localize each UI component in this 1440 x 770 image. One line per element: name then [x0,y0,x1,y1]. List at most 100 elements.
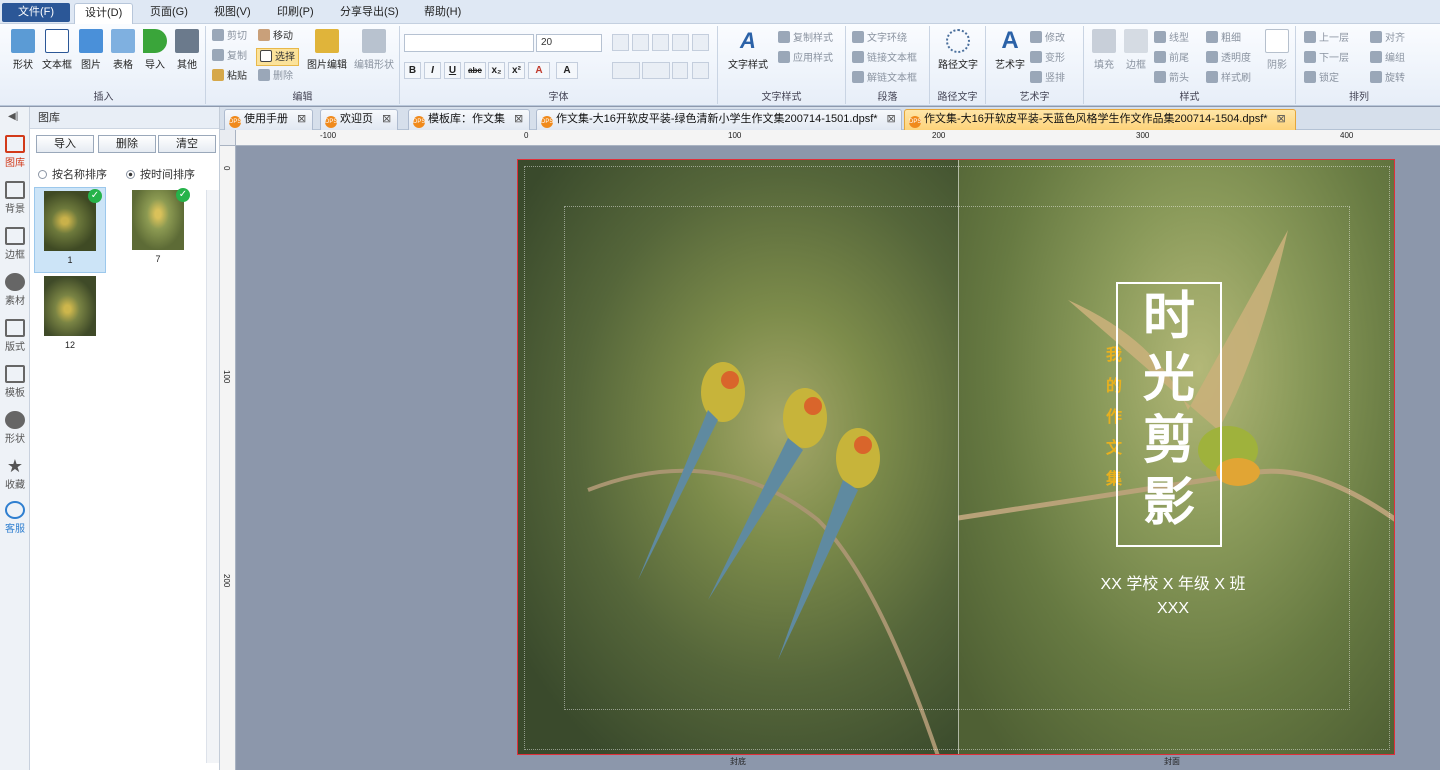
menu-file[interactable]: 文件(F) [2,3,70,22]
close-icon[interactable]: ⊠ [382,113,391,125]
lock-button[interactable]: 锁定 [1304,70,1339,88]
text-style-button[interactable]: A 文字样式 [724,29,772,72]
align-right-icon[interactable] [652,34,669,51]
image-edit-button[interactable]: 图片编辑 [304,29,350,71]
nav-template[interactable]: 模板 [0,365,30,399]
nav-shape[interactable]: 形状 [0,411,30,445]
tab-template-library[interactable]: DPS 模板库：作文集 ⊠ [408,109,531,130]
font-size-select[interactable]: 20 [536,34,602,52]
copy-button[interactable]: 复制 [212,48,247,66]
menu-page[interactable]: 页面(G) [140,3,198,22]
menu-design[interactable]: 设计(D) [74,3,134,24]
menu-print[interactable]: 印刷(P) [267,3,324,22]
tab-document-blue[interactable]: DPS 作文集-大16开软皮平装-天蓝色风格学生作文作品集200714-1504.… [904,109,1296,130]
justify-icon[interactable] [672,34,689,51]
student-name-text[interactable]: XXX [1058,600,1288,618]
import-button[interactable]: 导入 [140,29,170,71]
school-class-text[interactable]: XX 学校 X 年级 X 班 [1058,570,1288,594]
shadow-button[interactable]: 阴影 [1262,29,1292,71]
apply-style-button[interactable]: 应用样式 [778,50,833,68]
close-icon[interactable]: ⊠ [514,113,523,125]
tab-welcome[interactable]: DPS 欢迎页 ⊠ [320,109,399,130]
shape-button[interactable]: 形状 [8,29,38,71]
nav-border[interactable]: 边框 [0,227,30,261]
line-end-button[interactable]: 前尾 [1154,50,1189,68]
font-color-button[interactable]: A [528,62,550,79]
bold-button[interactable]: B [404,62,421,79]
cut-button[interactable]: 剪切 [212,28,247,46]
border-button[interactable]: 边框 [1120,29,1152,71]
align-left-icon[interactable] [612,34,629,51]
menu-help[interactable]: 帮助(H) [414,3,471,22]
close-icon[interactable]: ⊠ [887,113,896,125]
strikethrough-button[interactable]: abc [464,62,486,79]
delete-button[interactable]: 删除 [258,68,293,86]
vertical-text-button[interactable]: 竖排 [1030,70,1065,88]
import-image-button[interactable]: 导入 [36,135,94,153]
cover-spread[interactable]: 我 的 作 文 集 时 光 剪 影 XX 学校 X 年级 X 班 XXX [517,159,1395,755]
nav-material[interactable]: 素材 [0,273,30,307]
char-spacing-icon[interactable] [612,62,640,79]
delete-image-button[interactable]: 删除 [98,135,156,153]
nav-favorites[interactable]: ★ 收藏 [0,457,30,491]
highlight-button[interactable]: A [556,62,578,79]
opacity-button[interactable]: 透明度 [1206,50,1251,68]
align-center-icon[interactable] [632,34,649,51]
line-spacing-icon[interactable] [642,62,670,79]
collapse-panel-icon[interactable]: ◀| [8,111,18,122]
font-name-select[interactable] [404,34,534,52]
nav-layout[interactable]: 版式 [0,319,30,353]
bring-forward-button[interactable]: 上一层 [1304,30,1349,48]
align-button[interactable]: 对齐 [1370,30,1405,48]
gallery-thumb[interactable]: ✓ 7 [122,187,194,273]
nav-support[interactable]: 客服 [0,501,30,535]
italic-button[interactable]: I [424,62,441,79]
clear-images-button[interactable]: 清空 [158,135,216,153]
underline-button[interactable]: U [444,62,461,79]
unlink-textbox-button[interactable]: 解链文本框 [852,70,917,88]
send-backward-button[interactable]: 下一层 [1304,50,1349,68]
copy-style-button[interactable]: 复制样式 [778,30,833,48]
close-icon[interactable]: ⊠ [297,113,306,125]
edit-shape-button[interactable]: 编辑形状 [350,29,398,71]
paste-icon [212,69,224,81]
distribute-icon[interactable] [692,34,709,51]
rotate-button[interactable]: 旋转 [1370,70,1405,88]
nav-gallery[interactable]: 图库 [0,135,30,169]
art-modify-button[interactable]: 修改 [1030,30,1065,48]
table-button[interactable]: 表格 [108,29,138,71]
text-wrap-button[interactable]: 文字环绕 [852,30,907,48]
image-button[interactable]: 图片 [76,29,106,71]
fill-button[interactable]: 填充 [1088,29,1120,71]
menu-view[interactable]: 视图(V) [204,3,261,22]
cover-title-frame[interactable]: 时 光 剪 影 [1116,282,1222,547]
link-textbox-button[interactable]: 链接文本框 [852,50,917,68]
panel-scrollbar[interactable] [206,190,219,763]
menu-share-export[interactable]: 分享导出(S) [330,3,409,22]
art-text-button[interactable]: A 艺术字 [990,29,1030,72]
list-icon[interactable] [672,62,688,79]
path-text-button[interactable]: 路径文字 [934,29,982,71]
subscript-button[interactable]: x₂ [488,62,505,79]
textbox-button[interactable]: 文本框 [40,29,74,71]
sort-by-time-radio[interactable]: 按时间排序 [126,166,195,182]
move-button[interactable]: 移动 [258,28,293,46]
art-deform-button[interactable]: 变形 [1030,50,1065,68]
line-type-button[interactable]: 线型 [1154,30,1189,48]
select-button[interactable]: 选择 [256,48,299,66]
paste-button[interactable]: 粘贴 [212,68,247,86]
thickness-button[interactable]: 粗细 [1206,30,1241,48]
gallery-thumb[interactable]: ✓ 1 [34,187,106,273]
nav-background[interactable]: 背景 [0,181,30,215]
arrow-button[interactable]: 箭头 [1154,70,1189,88]
tab-user-manual[interactable]: DPS 使用手册 ⊠ [224,109,314,130]
indent-icon[interactable] [692,62,709,79]
tab-document-green[interactable]: DPS 作文集-大16开软皮平装-绿色清新小学生作文集200714-1501.dp… [536,109,902,130]
close-icon[interactable]: ⊠ [1277,113,1286,125]
superscript-button[interactable]: x² [508,62,525,79]
gallery-thumb[interactable]: 12 [34,273,106,359]
group-button[interactable]: 编组 [1370,50,1405,68]
sort-by-name-radio[interactable]: 按名称排序 [38,166,107,182]
other-button[interactable]: 其他 [172,29,202,71]
format-brush-button[interactable]: 样式刷 [1206,70,1251,88]
